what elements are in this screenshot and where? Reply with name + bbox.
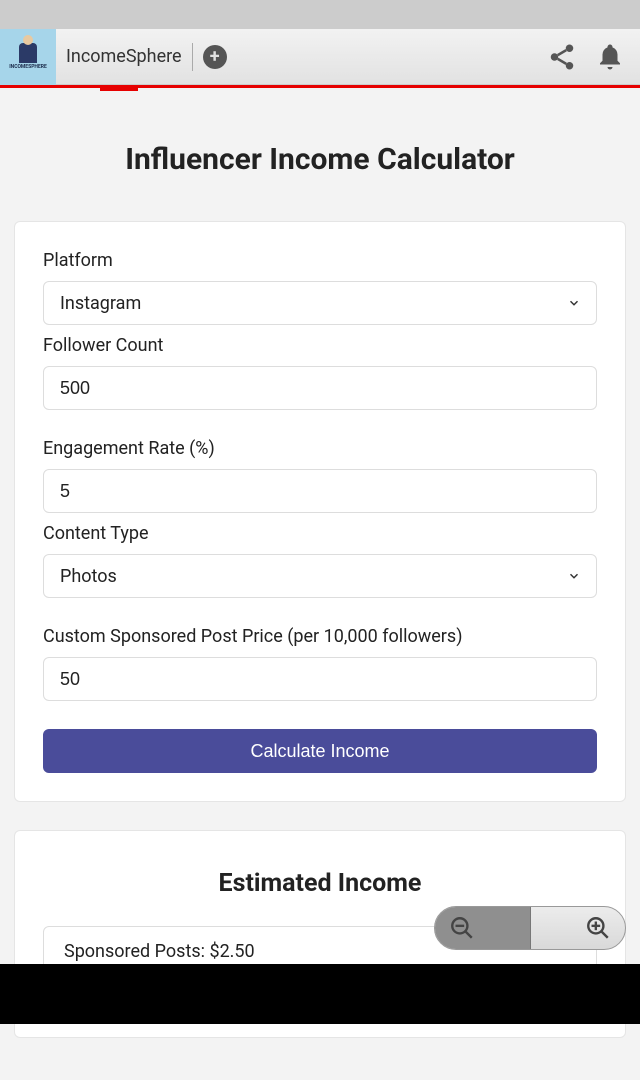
plus-icon: + xyxy=(210,48,220,66)
app-name-label: IncomeSphere xyxy=(66,46,182,67)
follower-label: Follower Count xyxy=(43,335,597,356)
content-type-select[interactable]: Photos xyxy=(43,554,597,598)
chevron-down-icon xyxy=(567,296,581,310)
tab-indicator xyxy=(100,85,138,91)
add-button[interactable]: + xyxy=(203,45,227,69)
content-type-label: Content Type xyxy=(43,523,597,544)
follower-input[interactable] xyxy=(43,366,597,410)
platform-select-value: Instagram xyxy=(43,281,597,325)
zoom-out-button[interactable] xyxy=(435,907,531,949)
calculate-button[interactable]: Calculate Income xyxy=(43,729,597,773)
nav-bar xyxy=(0,964,640,1024)
zoom-out-icon xyxy=(449,915,475,941)
share-icon xyxy=(547,42,577,72)
share-button[interactable] xyxy=(542,37,582,77)
app-logo[interactable]: INCOMESPHERE xyxy=(0,29,56,85)
content-type-select-value: Photos xyxy=(43,554,597,598)
top-toolbar: INCOMESPHERE IncomeSphere + xyxy=(0,29,640,85)
results-title: Estimated Income xyxy=(43,869,597,898)
calculator-card: Platform Instagram Follower Count Engage… xyxy=(14,221,626,802)
divider xyxy=(192,43,193,71)
bell-icon xyxy=(595,42,625,72)
page-title: Influencer Income Calculator xyxy=(14,142,626,177)
platform-label: Platform xyxy=(43,250,597,271)
zoom-control[interactable] xyxy=(434,906,626,950)
engagement-label: Engagement Rate (%) xyxy=(43,438,597,459)
platform-select[interactable]: Instagram xyxy=(43,281,597,325)
zoom-in-button[interactable] xyxy=(531,915,625,941)
custom-price-label: Custom Sponsored Post Price (per 10,000 … xyxy=(43,626,597,647)
engagement-input[interactable] xyxy=(43,469,597,513)
chevron-down-icon xyxy=(567,569,581,583)
custom-price-input[interactable] xyxy=(43,657,597,701)
status-bar xyxy=(0,0,640,29)
notifications-button[interactable] xyxy=(590,37,630,77)
zoom-in-icon xyxy=(585,915,611,941)
